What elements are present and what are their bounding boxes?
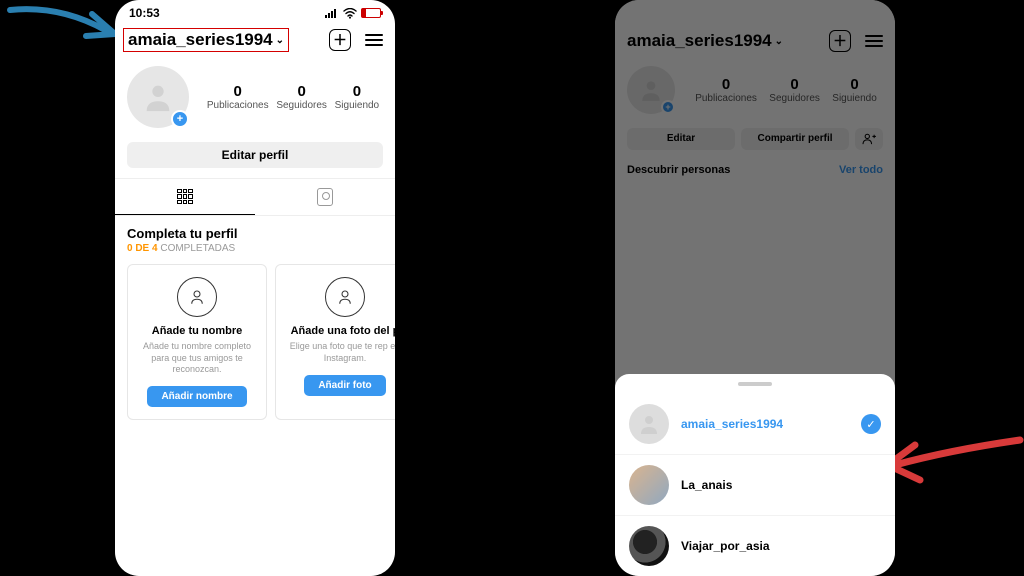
add-photo-button[interactable]: Añadir foto — [304, 375, 385, 396]
chevron-down-icon: ⌄ — [276, 35, 284, 46]
card-add-name: Añade tu nombre Añade tu nombre completo… — [127, 264, 267, 420]
person-outline-icon — [177, 277, 217, 317]
stat-following[interactable]: 0Siguiendo — [335, 83, 379, 111]
profile-tabs — [115, 178, 395, 216]
account-name: La_anais — [681, 478, 881, 492]
signal-icon — [325, 8, 339, 18]
grid-icon — [177, 189, 193, 205]
menu-button[interactable] — [365, 34, 383, 46]
profile-header: amaia_series1994 ⌄ ＋ — [115, 22, 395, 58]
completion-progress: 0 DE 4 COMPLETADAS — [127, 243, 383, 254]
avatar[interactable]: + — [127, 66, 189, 128]
photo-outline-icon — [325, 277, 365, 317]
person-icon — [141, 80, 175, 114]
edit-profile-button[interactable]: Editar perfil — [127, 142, 383, 168]
wifi-icon — [343, 8, 357, 19]
stats-row: 0Publicaciones 0Seguidores 0Siguiendo — [203, 83, 383, 111]
account-avatar — [629, 526, 669, 566]
account-name: amaia_series1994 — [681, 417, 849, 431]
username-switcher[interactable]: amaia_series1994 ⌄ — [123, 28, 289, 52]
annotation-arrow-blue — [0, 0, 130, 60]
phone-right: amaia_series1994 ⌄ ＋ + 0Publicaciones 0S… — [615, 0, 895, 576]
tab-tagged[interactable] — [255, 179, 395, 215]
check-icon: ✓ — [861, 414, 881, 434]
completion-section: Completa tu perfil 0 DE 4 COMPLETADAS — [115, 216, 395, 260]
account-name: Viajar_por_asia — [681, 539, 881, 553]
battery-low-icon — [361, 8, 381, 18]
annotation-arrow-red — [880, 430, 1024, 500]
sheet-grabber[interactable] — [738, 382, 772, 386]
account-switcher-sheet: amaia_series1994 ✓ La_anais Viajar_por_a… — [615, 374, 895, 576]
tab-grid[interactable] — [115, 179, 255, 215]
account-row[interactable]: La_anais — [615, 455, 895, 516]
account-avatar — [629, 404, 669, 444]
status-time: 10:53 — [129, 6, 160, 20]
completion-title: Completa tu perfil — [127, 226, 383, 241]
add-story-badge[interactable]: + — [171, 110, 189, 128]
profile-row: + 0Publicaciones 0Seguidores 0Siguiendo — [115, 58, 395, 138]
account-avatar — [629, 465, 669, 505]
username-label: amaia_series1994 — [128, 30, 273, 50]
account-row[interactable]: Viajar_por_asia — [615, 516, 895, 576]
status-bar: 10:53 — [115, 0, 395, 22]
card-add-photo: Añade una foto del p Elige una foto que … — [275, 264, 395, 420]
status-icons — [325, 8, 381, 19]
stat-posts[interactable]: 0Publicaciones — [207, 83, 269, 111]
completion-cards[interactable]: Añade tu nombre Añade tu nombre completo… — [115, 260, 395, 424]
tagged-icon — [317, 188, 333, 206]
stat-followers[interactable]: 0Seguidores — [276, 83, 327, 111]
create-button[interactable]: ＋ — [329, 29, 351, 51]
add-name-button[interactable]: Añadir nombre — [147, 386, 246, 407]
phone-left: 10:53 amaia_series1994 ⌄ ＋ + 0Publicacio… — [115, 0, 395, 576]
account-row[interactable]: amaia_series1994 ✓ — [615, 394, 895, 455]
